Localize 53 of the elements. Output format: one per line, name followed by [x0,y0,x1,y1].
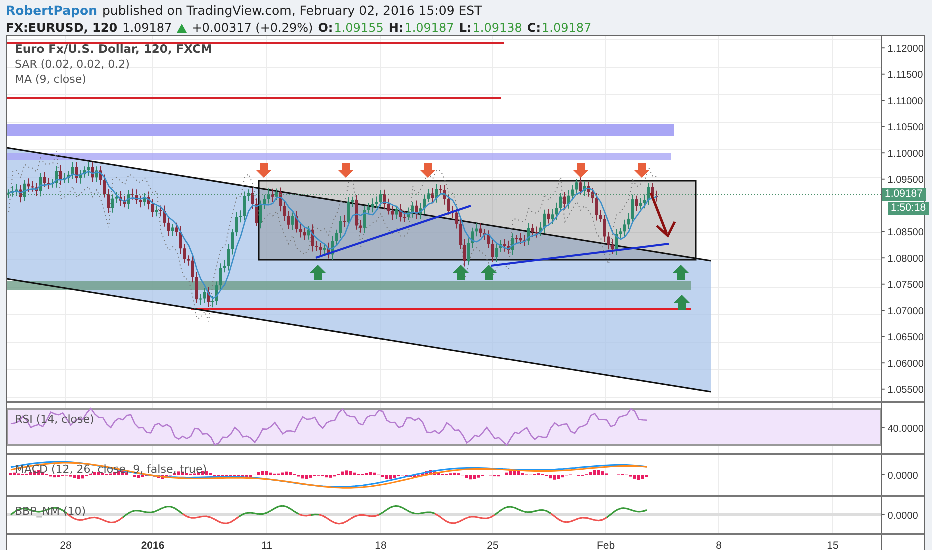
ohlc-value: 1.09138 [472,21,522,35]
date-label: 8 [716,540,722,550]
ohlc-label: C: [527,21,541,35]
price-label: 1.07000 [888,306,924,318]
down-arrow-marker [338,163,354,178]
ohlc-value: 1.09155 [334,21,384,35]
price-label: 1.10000 [888,148,924,160]
author-link[interactable]: RobertPapon [6,3,98,18]
down-trend-arrow [650,192,676,238]
price-change: +0.00317 (+0.29%) [192,21,314,35]
indicator-axis-label: 0.0000 [888,510,918,522]
down-arrow-marker [573,163,589,178]
price-label: 1.08500 [888,228,924,239]
symbol-label: FX:EURUSD, 120 [6,21,118,35]
price-label: 1.08000 [888,254,924,265]
date-label: 2016 [141,540,165,550]
countdown-badge: 1:50:18 [888,202,930,215]
indicator-axis-label: 0.0000 [888,470,918,482]
price-label: 1.07500 [888,280,924,292]
up-arrow-marker [310,265,326,280]
ohlc-label: H: [388,21,404,35]
date-label: 18 [375,540,387,550]
down-arrow-marker [634,163,650,178]
price-label: 1.10500 [888,122,924,134]
up-arrow-marker [453,265,469,280]
indicator-axis-label: 40.0000 [888,424,924,435]
up-arrow-marker [674,295,690,310]
ohlc-value: 1.09187 [404,21,454,35]
price-label: 1.12000 [888,44,924,55]
down-arrow-marker [256,163,272,178]
date-label: 25 [487,540,499,550]
date-label: 28 [60,540,72,550]
up-arrow-marker [673,265,689,280]
up-arrow-marker [481,265,497,280]
price-label: 1.11000 [888,96,924,108]
study-label: SAR (0.02, 0.02, 0.2) [15,58,131,71]
last-price: 1.09187 [122,21,172,35]
price-label: 1.09500 [888,175,924,186]
last-price-badge: 1.09187 [882,188,926,201]
ohlc-value: 1.09187 [542,21,592,35]
price-label: 1.06500 [888,332,924,344]
date-label: 11 [262,540,272,550]
down-arrow-marker [420,163,436,178]
price-label: 1.11500 [888,70,924,82]
publish-info: published on TradingView.com, February 02, 2016 15:09 EST [102,3,482,18]
ohlc-label: L: [459,21,472,35]
price-label: 1.06000 [888,358,924,370]
price-label: 1.05500 [888,385,924,396]
chart-title: Euro Fx/U.S. Dollar, 120, FXCM [15,42,212,56]
ohlc-label: O: [318,21,334,35]
study-label: MA (9, close) [15,73,88,86]
date-label: Feb [596,540,616,550]
date-label: 15 [827,540,839,550]
